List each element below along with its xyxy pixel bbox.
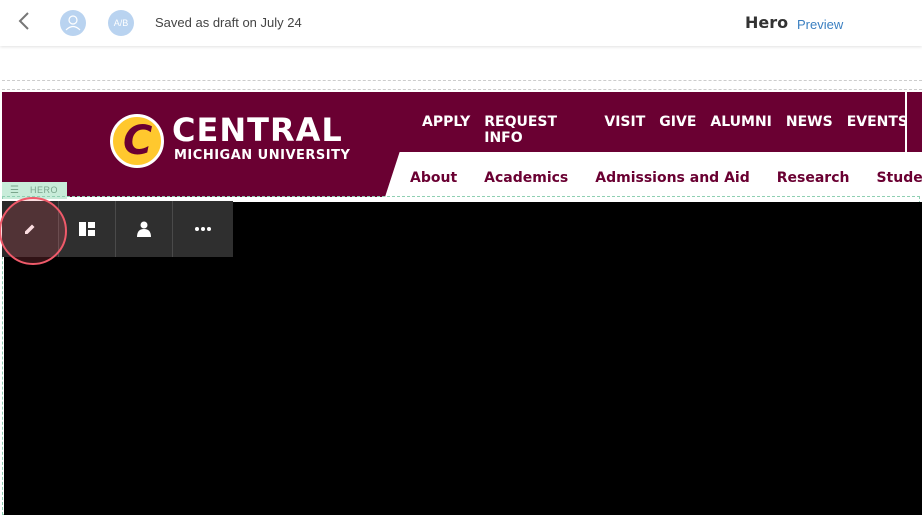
pencil-icon <box>25 224 35 234</box>
edit-button[interactable] <box>2 201 59 257</box>
layout-icon <box>79 222 95 236</box>
preview-link[interactable]: Preview <box>797 17 843 32</box>
user-icon <box>137 221 151 237</box>
user-avatar-icon[interactable] <box>60 10 86 36</box>
site-header: C CENTRAL MICHIGAN UNIVERSITY APPLY REQU… <box>2 92 922 197</box>
main-nav: About Academics Admissions and Aid Resea… <box>410 170 922 186</box>
cmu-logo[interactable]: C CENTRAL MICHIGAN UNIVERSITY <box>110 112 355 172</box>
utility-nav: APPLY REQUEST INFO VISIT GIVE ALUMNI NEW… <box>422 114 922 146</box>
more-options-button[interactable] <box>173 201 233 257</box>
main-nav-admissions[interactable]: Admissions and Aid <box>595 170 749 186</box>
main-nav-about[interactable]: About <box>410 170 457 186</box>
main-nav-student-life[interactable]: Student Life <box>876 170 922 186</box>
main-nav-academics[interactable]: Academics <box>484 170 568 186</box>
drop-zone[interactable] <box>2 80 922 90</box>
more-icon <box>195 227 211 231</box>
util-nav-give[interactable]: GIVE <box>659 114 696 146</box>
saved-status: Saved as draft on July 24 <box>155 15 302 30</box>
util-nav-news[interactable]: NEWS <box>786 114 833 146</box>
util-nav-apply[interactable]: APPLY <box>422 114 470 146</box>
main-nav-research[interactable]: Research <box>777 170 850 186</box>
util-nav-alumni[interactable]: ALUMNI <box>710 114 771 146</box>
nav-divider <box>905 92 907 152</box>
block-toolbar <box>2 201 233 257</box>
cmu-seal-icon: C <box>110 114 164 168</box>
back-chevron-icon[interactable] <box>14 11 34 35</box>
util-nav-visit[interactable]: VISIT <box>604 114 645 146</box>
util-nav-request-info[interactable]: REQUEST INFO <box>484 114 590 146</box>
util-nav-events[interactable]: EVENTS <box>847 114 908 146</box>
personalize-button[interactable] <box>116 201 173 257</box>
logo-subtitle: MICHIGAN UNIVERSITY <box>174 148 351 163</box>
editor-topbar: A/B Saved as draft on July 24 Hero Previ… <box>0 0 922 46</box>
logo-wordmark: CENTRAL <box>172 111 343 149</box>
ab-test-avatar[interactable]: A/B <box>108 10 134 36</box>
layout-button[interactable] <box>59 201 116 257</box>
page-title: Hero <box>745 13 789 32</box>
